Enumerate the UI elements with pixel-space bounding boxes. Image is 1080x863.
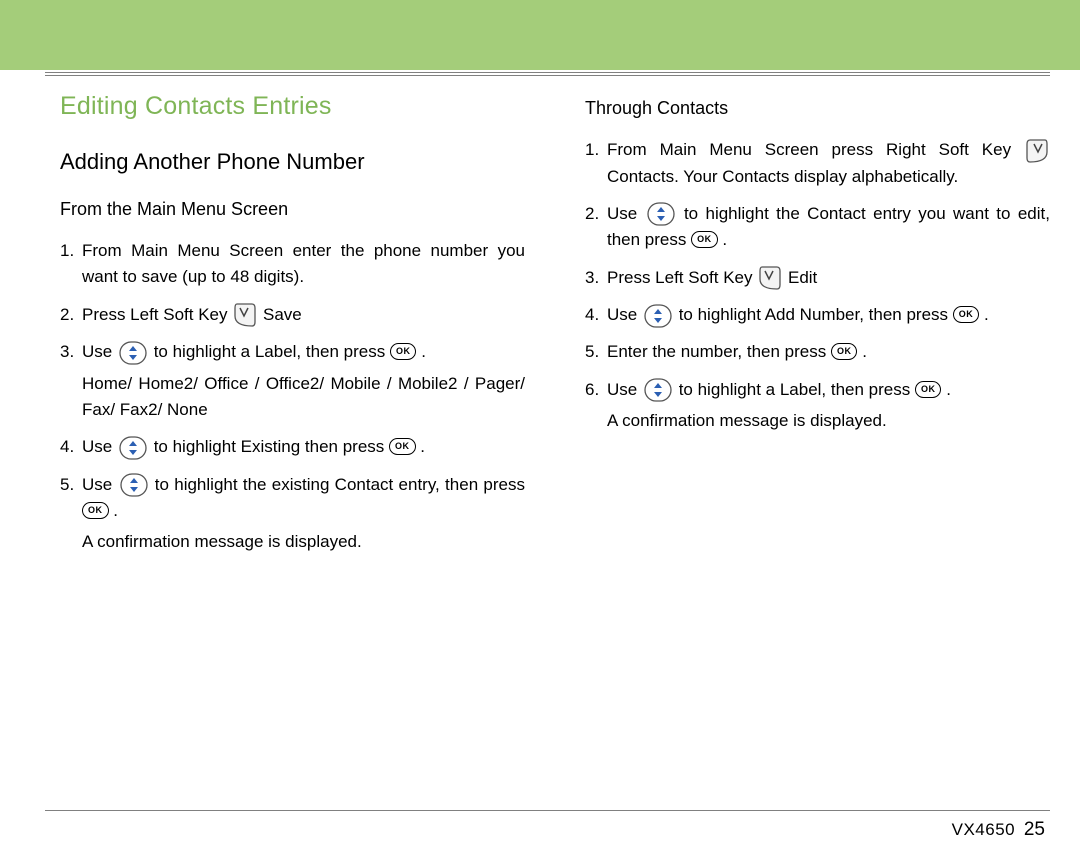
left-column: Editing Contacts Entries Adding Another … xyxy=(60,92,525,567)
nav-updown-icon xyxy=(644,378,672,402)
steps-right: From Main Menu Screen press Right Soft K… xyxy=(585,137,1050,403)
subsection-left: From the Main Menu Screen xyxy=(60,199,525,220)
ok-key-icon: OK xyxy=(691,231,718,248)
section-title: Editing Contacts Entries xyxy=(60,92,525,121)
ok-key-icon: OK xyxy=(389,438,416,455)
list-item: From Main Menu Screen press Right Soft K… xyxy=(585,137,1050,190)
model-number: VX4650 xyxy=(952,820,1016,839)
nav-updown-icon xyxy=(644,304,672,328)
label-options: Home/ Home2/ Office / Office2/ Mobile / … xyxy=(60,371,525,424)
list-item: Press Left Soft Key Save xyxy=(60,302,525,329)
list-item: Enter the number, then press OK . xyxy=(585,339,1050,365)
list-item: Use to highlight the Contact entry you w… xyxy=(585,201,1050,254)
page-footer: VX4650 25 xyxy=(952,819,1045,841)
subsection-right: Through Contacts xyxy=(585,98,1050,119)
top-divider xyxy=(45,72,1050,76)
ok-key-icon: OK xyxy=(915,381,942,398)
confirm-msg: A confirmation message is displayed. xyxy=(60,529,525,555)
nav-updown-icon xyxy=(120,473,148,497)
list-item: Press Left Soft Key Edit xyxy=(585,265,1050,292)
list-item: From Main Menu Screen enter the phone nu… xyxy=(60,238,525,291)
steps-left-cont: Use to highlight Existing then press OK … xyxy=(60,434,525,524)
list-item: Use to highlight a Label, then press OK … xyxy=(60,339,525,365)
header-bar xyxy=(0,0,1080,70)
nav-updown-icon xyxy=(119,436,147,460)
nav-updown-icon xyxy=(119,341,147,365)
right-column: Through Contacts From Main Menu Screen p… xyxy=(585,92,1050,567)
ok-key-icon: OK xyxy=(831,343,858,360)
ok-key-icon: OK xyxy=(390,343,417,360)
page-content: Editing Contacts Entries Adding Another … xyxy=(60,92,1050,567)
subtitle: Adding Another Phone Number xyxy=(60,149,525,175)
list-item: Use to highlight a Label, then press OK … xyxy=(585,377,1050,403)
confirm-msg: A confirmation message is displayed. xyxy=(585,408,1050,434)
steps-left: From Main Menu Screen enter the phone nu… xyxy=(60,238,525,366)
list-item: Use to highlight the existing Contact en… xyxy=(60,472,525,525)
right-softkey-icon xyxy=(1026,138,1048,164)
ok-key-icon: OK xyxy=(82,502,109,519)
page-number: 25 xyxy=(1024,819,1045,840)
left-softkey-icon xyxy=(759,265,781,291)
list-item: Use to highlight Add Number, then press … xyxy=(585,302,1050,328)
ok-key-icon: OK xyxy=(953,306,980,323)
bottom-divider xyxy=(45,810,1050,811)
list-item: Use to highlight Existing then press OK … xyxy=(60,434,525,460)
left-softkey-icon xyxy=(234,302,256,328)
nav-updown-icon xyxy=(647,202,675,226)
